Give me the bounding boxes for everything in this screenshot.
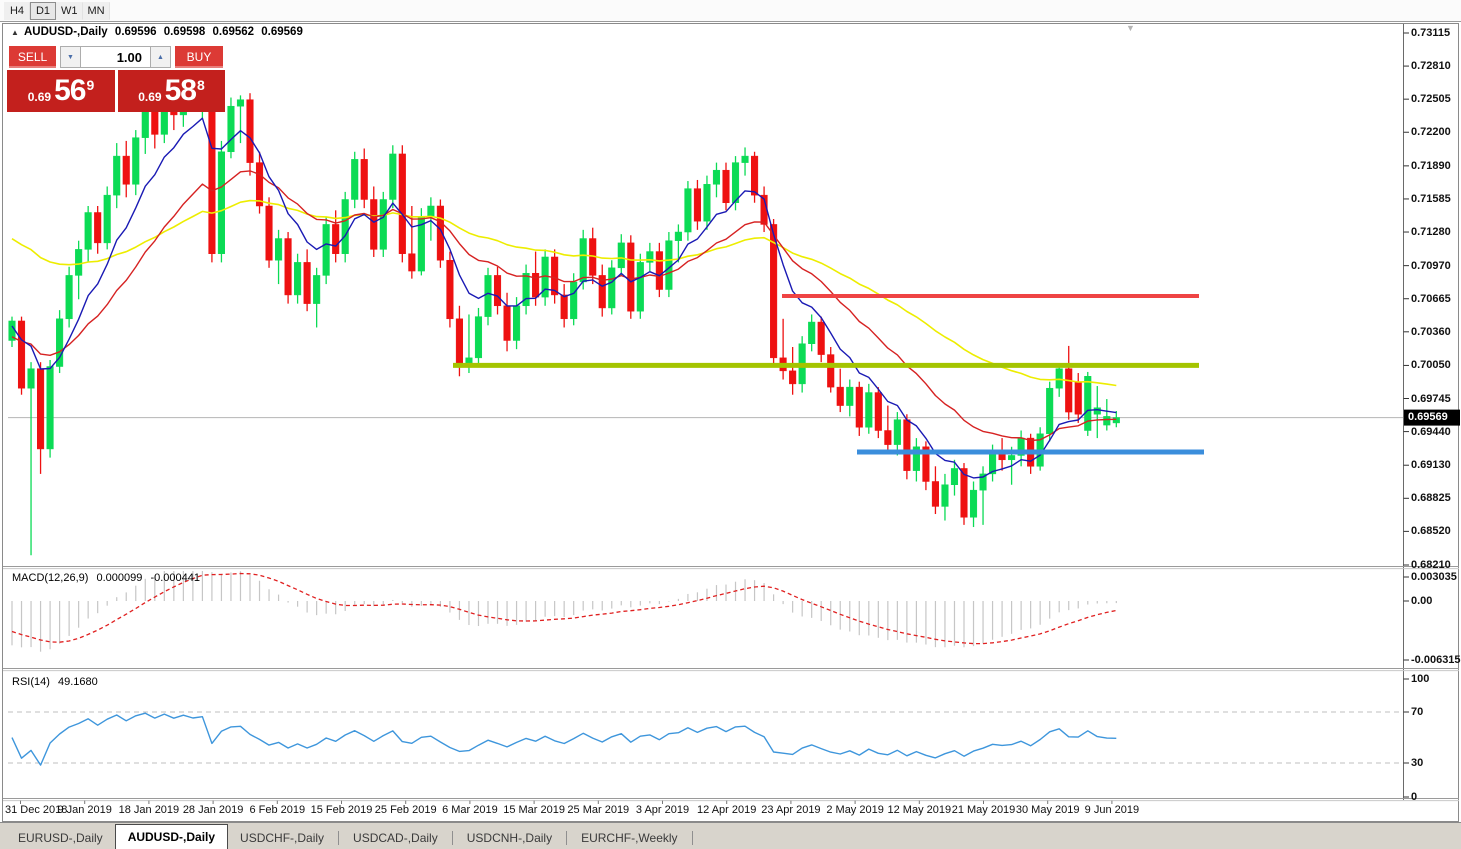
chart-tab-audusd[interactable]: AUDUSD-,Daily bbox=[115, 824, 228, 849]
timeframe-button-d1[interactable]: D1 bbox=[30, 2, 56, 20]
chart-tab-eurusd[interactable]: EURUSD-,Daily bbox=[6, 827, 115, 849]
date-axis-label: 6 Mar 2019 bbox=[442, 804, 498, 816]
price-axis-tick: 0.69745 bbox=[1411, 393, 1451, 405]
date-axis-label: 15 Mar 2019 bbox=[503, 804, 565, 816]
sell-price-display[interactable]: 0.69 56 9 bbox=[7, 70, 115, 112]
collapse-quotes-icon[interactable]: ▲ bbox=[11, 28, 19, 37]
date-axis-label: 2 May 2019 bbox=[826, 804, 883, 816]
price-axis-tick: 0.71280 bbox=[1411, 226, 1451, 238]
volume-decrease-button[interactable]: ▼ bbox=[60, 46, 81, 68]
timeframe-button-w1[interactable]: W1 bbox=[56, 2, 83, 20]
price-axis-tick: 0.70970 bbox=[1411, 260, 1451, 272]
sell-price-prefix: 0.69 bbox=[28, 90, 51, 104]
date-axis-label: 21 May 2019 bbox=[952, 804, 1016, 816]
ohlc-low: 0.69562 bbox=[212, 26, 254, 38]
date-axis-label: 9 Jun 2019 bbox=[1085, 804, 1139, 816]
rsi-axis-tick: 30 bbox=[1411, 757, 1423, 769]
ohlc-high: 0.69598 bbox=[164, 26, 206, 38]
chart-shift-marker-icon: ▼ bbox=[1126, 23, 1135, 33]
volume-increase-button[interactable]: ▲ bbox=[150, 46, 171, 68]
date-axis-label: 12 May 2019 bbox=[887, 804, 951, 816]
chart-tab-usdcnh[interactable]: USDCNH-,Daily bbox=[455, 827, 564, 849]
rsi-name: RSI(14) bbox=[12, 676, 50, 688]
macd-name: MACD(12,26,9) bbox=[12, 572, 88, 584]
price-axis-tick: 0.70360 bbox=[1411, 326, 1451, 338]
date-axis-label: 9 Jan 2019 bbox=[57, 804, 111, 816]
price-axis-tick: 0.68825 bbox=[1411, 492, 1451, 504]
volume-input[interactable] bbox=[81, 46, 150, 68]
date-axis-label: 23 Apr 2019 bbox=[761, 804, 820, 816]
chart-symbol: AUDUSD-,Daily bbox=[24, 26, 108, 38]
date-axis-label: 25 Feb 2019 bbox=[375, 804, 437, 816]
buy-price-sup: 8 bbox=[197, 77, 205, 93]
date-axis-label: 15 Feb 2019 bbox=[311, 804, 373, 816]
price-axis-tick: 0.73115 bbox=[1411, 27, 1450, 39]
price-axis-tick: 0.68520 bbox=[1411, 525, 1451, 537]
macd-main-value: 0.000099 bbox=[96, 572, 142, 584]
price-axis-tick: 0.72810 bbox=[1411, 60, 1451, 72]
date-axis-label: 3 Apr 2019 bbox=[636, 804, 689, 816]
date-axis-label: 12 Apr 2019 bbox=[697, 804, 756, 816]
price-axis-tick: 0.71890 bbox=[1411, 160, 1451, 172]
chart-tabbar: EURUSD-,DailyAUDUSD-,DailyUSDCHF-,DailyU… bbox=[0, 822, 1461, 849]
sell-price-big: 56 bbox=[54, 74, 85, 108]
chart-tab-usdchf[interactable]: USDCHF-,Daily bbox=[228, 827, 336, 849]
rsi-indicator-label: RSI(14) 49.1680 bbox=[12, 676, 103, 688]
chart-tab-usdcad[interactable]: USDCAD-,Daily bbox=[341, 827, 450, 849]
rsi-axis-tick: 100 bbox=[1411, 673, 1429, 685]
macd-axis-tick: -0.006315 bbox=[1411, 654, 1461, 666]
date-axis-label: 30 May 2019 bbox=[1016, 804, 1080, 816]
price-axis-tick: 0.72505 bbox=[1411, 93, 1451, 105]
date-axis-label: 25 Mar 2019 bbox=[567, 804, 629, 816]
sell-button[interactable]: SELL bbox=[9, 46, 56, 68]
timeframe-button-mn[interactable]: MN bbox=[83, 2, 110, 20]
ohlc-close: 0.69569 bbox=[261, 26, 303, 38]
mt4-window: H4D1W1MN ▲ AUDUSD-,Daily 0.69596 0.69598… bbox=[0, 0, 1461, 849]
current-price-badge: 0.69569 bbox=[1408, 411, 1448, 423]
date-axis-label: 28 Jan 2019 bbox=[183, 804, 244, 816]
date-axis-label: 18 Jan 2019 bbox=[119, 804, 180, 816]
chevron-up-icon: ▲ bbox=[157, 54, 164, 61]
macd-axis-tick: 0.003035 bbox=[1411, 571, 1457, 583]
chart-tab-eurchf[interactable]: EURCHF-,Weekly bbox=[569, 827, 689, 849]
chart-title: AUDUSD-,Daily 0.69596 0.69598 0.69562 0.… bbox=[24, 26, 307, 38]
rsi-axis-tick: 0 bbox=[1411, 791, 1417, 803]
buy-price-big: 58 bbox=[165, 74, 196, 108]
tab-separator bbox=[452, 831, 453, 845]
buy-price-display[interactable]: 0.69 58 8 bbox=[118, 70, 225, 112]
rsi-axis-tick: 70 bbox=[1411, 706, 1423, 718]
price-axis-tick: 0.69130 bbox=[1411, 459, 1451, 471]
tab-separator bbox=[338, 831, 339, 845]
macd-signal-value: -0.000441 bbox=[150, 572, 200, 584]
date-axis-label: 6 Feb 2019 bbox=[249, 804, 305, 816]
timeframe-toolbar: H4D1W1MN bbox=[0, 0, 1461, 22]
price-axis-tick: 0.68210 bbox=[1411, 559, 1451, 571]
chart-canvas[interactable] bbox=[0, 0, 1461, 849]
chevron-down-icon: ▼ bbox=[67, 54, 74, 61]
price-axis-tick: 0.69440 bbox=[1411, 426, 1451, 438]
price-axis-tick: 0.71585 bbox=[1411, 193, 1451, 205]
macd-indicator-label: MACD(12,26,9) 0.000099 -0.000441 bbox=[12, 572, 205, 584]
tab-separator bbox=[692, 831, 693, 845]
price-axis-tick: 0.70665 bbox=[1411, 293, 1451, 305]
rsi-value: 49.1680 bbox=[58, 676, 98, 688]
tab-separator bbox=[566, 831, 567, 845]
macd-axis-tick: 0.00 bbox=[1411, 595, 1432, 607]
price-axis-tick: 0.70050 bbox=[1411, 359, 1451, 371]
sell-price-sup: 9 bbox=[86, 77, 94, 93]
buy-price-prefix: 0.69 bbox=[138, 90, 161, 104]
buy-button[interactable]: BUY bbox=[175, 46, 223, 68]
one-click-trading-panel: SELL ▼ ▲ BUY 0.69 56 9 0.69 58 8 bbox=[7, 46, 225, 112]
timeframe-button-h4[interactable]: H4 bbox=[4, 2, 30, 20]
ohlc-open: 0.69596 bbox=[115, 26, 157, 38]
price-axis-tick: 0.72200 bbox=[1411, 126, 1451, 138]
